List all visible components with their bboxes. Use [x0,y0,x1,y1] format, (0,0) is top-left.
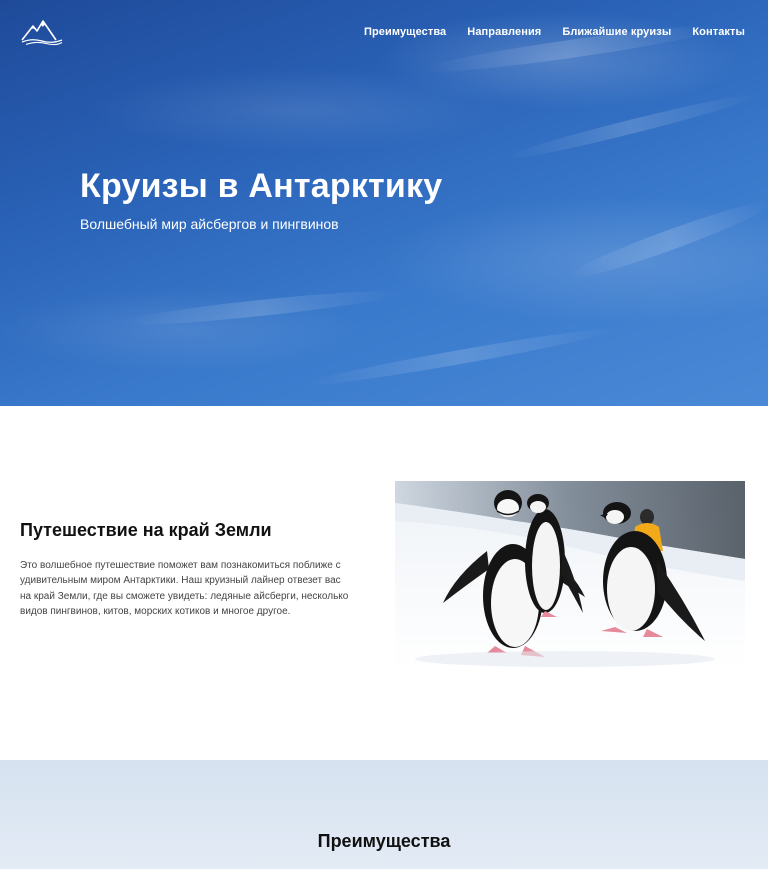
penguins-photo [395,481,745,669]
cloud-streak [119,285,401,331]
hero-section: Преимущества Направления Ближайшие круиз… [0,0,768,406]
about-section: Путешествие на край Земли Это волшебное … [0,406,768,760]
advantages-title: Преимущества [317,831,451,851]
nav-item-upcoming-cruises[interactable]: Ближайшие круизы [562,26,671,38]
nav-item-advantages[interactable]: Преимущества [364,26,446,38]
hero-title: Круизы в Антарктику [80,167,443,205]
hero-subtitle: Волшебный мир айсбергов и пингвинов [80,216,339,232]
nav-item-destinations[interactable]: Направления [467,26,541,38]
about-text: Это волшебное путешествие поможет вам по… [20,560,349,617]
advantages-section: Преимущества [0,760,768,869]
nav-item-contacts[interactable]: Контакты [692,26,745,38]
about-title: Путешествие на край Земли [20,520,272,540]
cloud-streak [301,322,619,392]
cloud-streak [502,88,758,166]
main-nav: Преимущества Направления Ближайшие круиз… [364,26,745,38]
cloud-streak [563,192,768,288]
mountain-logo-icon[interactable] [20,18,64,46]
